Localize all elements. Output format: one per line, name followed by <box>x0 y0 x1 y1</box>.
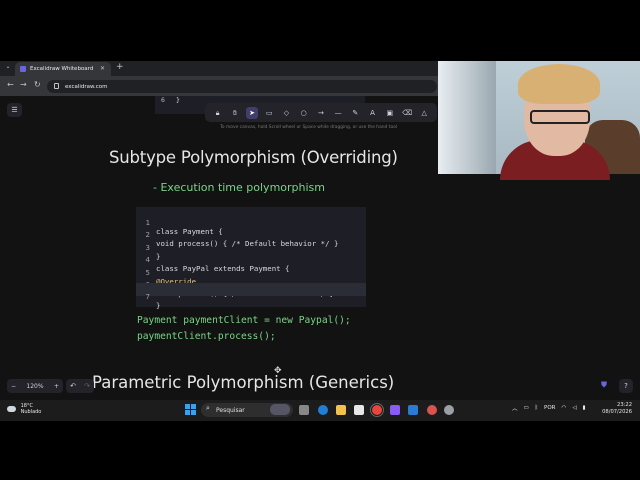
canvas-hint: To move canvas, hold Scroll wheel or Spa… <box>220 125 398 130</box>
chrome-icon[interactable] <box>370 403 384 417</box>
close-tab-icon[interactable]: ✕ <box>100 65 105 72</box>
forward-icon[interactable]: → <box>20 80 27 89</box>
eraser-icon[interactable]: ⌫ <box>401 107 413 119</box>
webcam-window <box>438 61 496 174</box>
line-icon[interactable]: — <box>332 107 344 119</box>
redo-icon[interactable]: ↷ <box>84 382 90 390</box>
text-icon[interactable]: A <box>367 107 379 119</box>
task-view-icon[interactable] <box>299 405 309 415</box>
tab-search-icon[interactable]: ⌄ <box>3 63 13 73</box>
url-text: excalidraw.com <box>65 83 108 90</box>
main-menu-button[interactable]: ☰ <box>7 103 22 117</box>
weather-widget[interactable]: 18°C Nublado <box>7 403 41 415</box>
code-row: 2 void process() { /* Default behavior *… <box>136 221 366 248</box>
zoom-level[interactable]: 120% <box>26 383 43 390</box>
battery-icon[interactable]: ▮ <box>583 405 586 411</box>
app-icon[interactable] <box>390 405 400 415</box>
clock-date: 08/07/2026 <box>602 409 632 415</box>
settings-gear-icon[interactable] <box>444 405 454 415</box>
encryption-shield-icon[interactable]: ⛊ <box>601 380 607 390</box>
image-icon[interactable]: ▣ <box>384 107 396 119</box>
chevron-up-icon[interactable]: ︿ <box>512 404 518 412</box>
ellipse-icon[interactable]: ○ <box>298 107 310 119</box>
hand-icon[interactable]: ✋︎ <box>229 107 241 119</box>
help-icon[interactable]: ? <box>619 379 633 393</box>
code-line: } <box>176 96 180 104</box>
undo-redo-controls: ↶ ↷ <box>66 379 94 393</box>
search-placeholder: Pesquisar <box>216 406 245 414</box>
subtitle-execution-time[interactable]: - Execution time polymorphism <box>153 181 325 194</box>
taskbar-clock[interactable]: 23:22 08/07/2026 <box>590 402 632 416</box>
code-block[interactable]: 1 class Payment { 2 void process() { /* … <box>136 207 366 310</box>
webcam-glasses <box>530 110 590 124</box>
code-row-active: 7 } <box>136 283 366 310</box>
search-icon: ⌕ <box>206 404 210 412</box>
zoom-in-button[interactable]: + <box>54 383 59 390</box>
tab-title: Excalidraw Whiteboard <box>30 66 94 72</box>
line-number: 6 <box>161 96 165 104</box>
address-bar[interactable]: excalidraw.com <box>47 80 437 93</box>
line-number: 7 <box>145 292 150 302</box>
network-icon[interactable]: ▭ <box>524 405 529 411</box>
code-row: 4 class PayPal extends Payment { <box>136 246 366 273</box>
clock-time: 23:22 <box>617 402 632 408</box>
draw-icon[interactable]: ✎ <box>349 107 361 119</box>
system-tray: ︿ ▭ ᛒ POR ◠ ◁ ▮ <box>512 404 586 412</box>
code-row: 1 class Payment { <box>136 209 366 236</box>
heading-subtype-polymorphism[interactable]: Subtype Polymorphism (Overriding) <box>109 148 398 167</box>
arrow-icon[interactable]: → <box>315 107 327 119</box>
back-icon[interactable]: ← <box>7 80 14 89</box>
excalidraw-favicon-icon <box>20 66 26 72</box>
more-tools-icon[interactable]: △ <box>418 107 430 119</box>
reload-icon[interactable]: ↻ <box>34 80 41 89</box>
tab-excalidraw[interactable]: Excalidraw Whiteboard ✕ <box>15 62 111 76</box>
file-explorer-icon[interactable] <box>336 405 346 415</box>
volume-icon[interactable]: ◁ <box>572 405 576 411</box>
code-row: 3 } <box>136 234 366 261</box>
bluetooth-icon[interactable]: ᛒ <box>535 405 538 411</box>
move-cursor-icon: ✥ <box>274 366 282 376</box>
weather-text: Nublado <box>20 409 42 415</box>
webcam-person-hair <box>518 64 600 104</box>
usage-line-1[interactable]: Payment paymentClient = new Paypal(); <box>137 315 351 326</box>
undo-icon[interactable]: ↶ <box>70 382 76 390</box>
code-row: 5 @Override <box>136 259 366 286</box>
diamond-icon[interactable]: ◇ <box>280 107 292 119</box>
new-tab-button[interactable]: + <box>116 62 124 72</box>
site-info-icon[interactable] <box>54 83 59 89</box>
wifi-icon[interactable]: ◠ <box>562 405 567 411</box>
windows-start-icon[interactable] <box>185 404 196 415</box>
rectangle-icon[interactable]: ▭ <box>263 107 275 119</box>
cloud-icon <box>7 406 16 412</box>
heading-parametric-polymorphism[interactable]: Parametric Polymorphism (Generics) <box>92 373 394 392</box>
store-icon[interactable] <box>354 405 364 415</box>
search-highlight-icon <box>270 404 290 415</box>
code-line: } <box>156 301 161 311</box>
zoom-controls: − 120% + <box>7 379 63 393</box>
code-row: 6 void process() { /* Custom behavior */… <box>136 271 366 298</box>
shapes-toolbar: 🔒︎ ✋︎ ➤ ▭ ◇ ○ → — ✎ A ▣ ⌫ △ <box>205 103 437 122</box>
zoom-out-button[interactable]: − <box>11 383 16 390</box>
lock-icon[interactable]: 🔒︎ <box>212 107 224 119</box>
vscode-icon[interactable] <box>408 405 418 415</box>
usage-line-2[interactable]: paymentClient.process(); <box>137 331 276 342</box>
edge-icon[interactable] <box>318 405 328 415</box>
selection-icon[interactable]: ➤ <box>246 106 259 119</box>
app-red-icon[interactable] <box>427 405 437 415</box>
language-indicator[interactable]: POR <box>544 405 555 411</box>
